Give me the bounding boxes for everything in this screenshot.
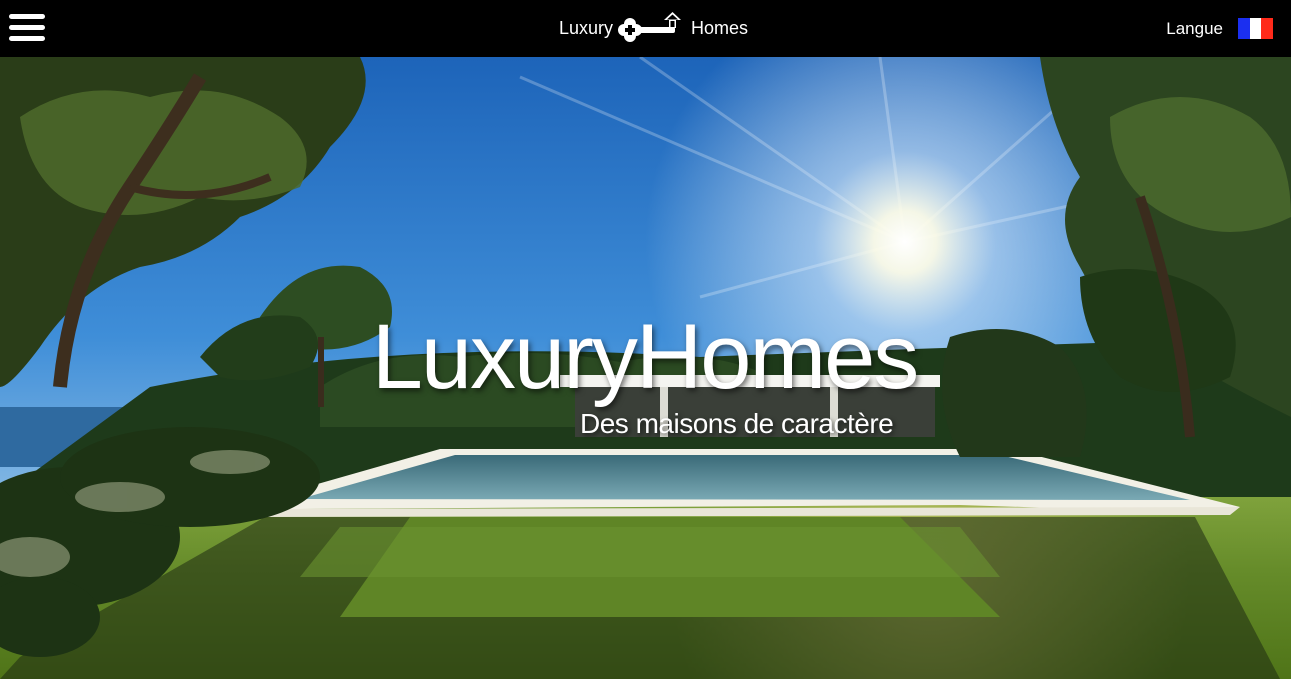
hero-title: LuxuryHomes: [371, 306, 920, 408]
hamburger-menu-icon[interactable]: [9, 14, 45, 42]
logo-word-left: Luxury: [559, 18, 614, 38]
language-label: Langue: [1166, 18, 1223, 38]
site-logo[interactable]: Luxury Homes: [559, 10, 748, 46]
logo-word-right: Homes: [691, 18, 749, 38]
menu-line: [9, 36, 45, 41]
flag-stripe-blue: [1238, 18, 1250, 39]
hero-banner: LuxuryHomes Des maisons de caractère: [0, 57, 1291, 679]
hero-subtitle: Des maisons de caractère: [580, 408, 894, 439]
language-selector[interactable]: Langue: [1166, 18, 1274, 39]
menu-line: [9, 25, 45, 30]
france-flag-icon[interactable]: [1238, 18, 1274, 39]
flag-stripe-white: [1249, 18, 1262, 39]
key-house-icon: [618, 12, 682, 42]
flag-stripe-red: [1261, 18, 1274, 39]
menu-line: [9, 14, 45, 19]
top-navigation-bar: Luxury Homes Langue: [0, 0, 1291, 57]
